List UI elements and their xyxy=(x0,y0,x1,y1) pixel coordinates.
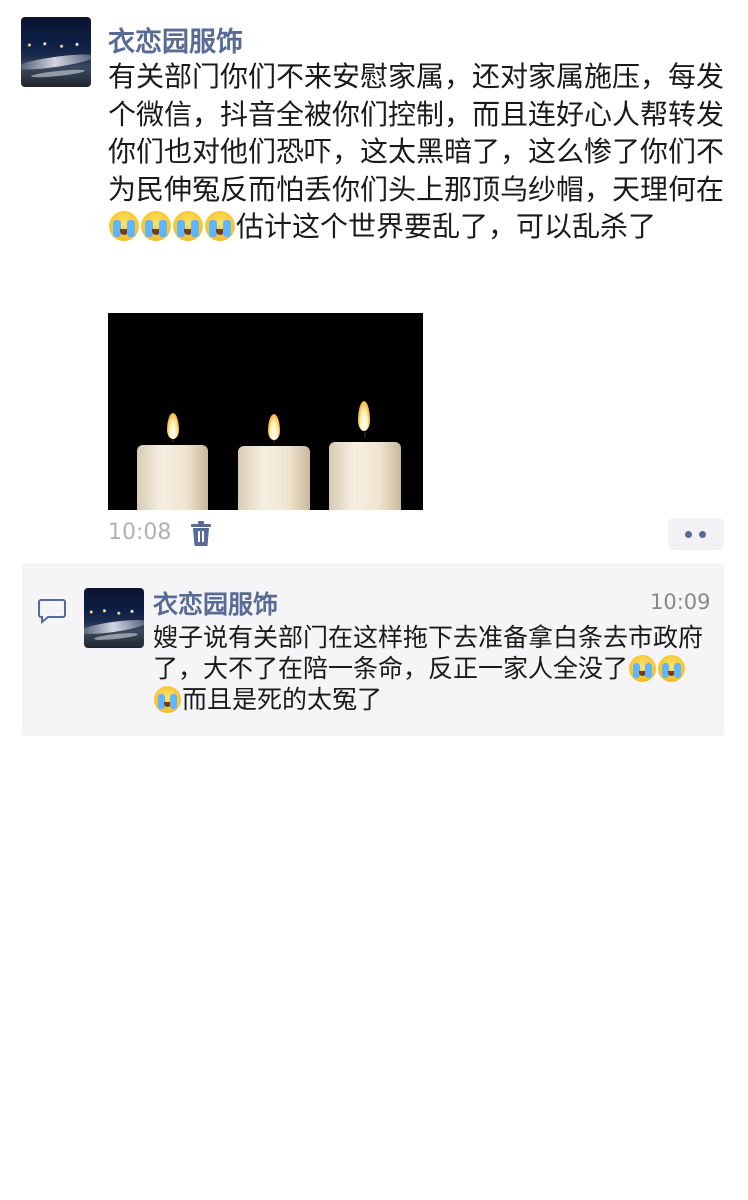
trash-icon[interactable] xyxy=(190,521,212,547)
comment-text: 嫂子说有关部门在这样拖下去准备拿白条去市政府了，大不了在陪一条命，反正一家人全没… xyxy=(153,622,713,715)
crying-face-icon xyxy=(658,655,686,682)
crying-face-icon xyxy=(173,211,203,241)
comment-text-tail: 而且是死的太冤了 xyxy=(182,685,383,714)
candle-image xyxy=(137,445,208,510)
candle-image xyxy=(238,446,310,510)
comment-author-avatar[interactable] xyxy=(84,588,144,648)
crying-face-icon xyxy=(629,655,657,682)
crying-face-icon xyxy=(141,211,171,241)
post-image[interactable] xyxy=(108,313,423,510)
more-dots-icon xyxy=(685,531,692,538)
candle-image xyxy=(329,442,401,510)
comment-time: 10:09 xyxy=(650,590,711,614)
comment-icon xyxy=(38,599,66,624)
moments-page: 衣恋园服饰 有关部门你们不来安慰家属，还对家属施压，每发个微信，抖音全被你们控制… xyxy=(0,0,748,1200)
crying-face-icon xyxy=(109,211,139,241)
post-text-tail: 估计这个世界要乱了，可以乱杀了 xyxy=(236,210,657,243)
crying-face-icon xyxy=(205,211,235,241)
comment-text-main: 嫂子说有关部门在这样拖下去准备拿白条去市政府了，大不了在陪一条命，反正一家人全没… xyxy=(153,623,704,683)
post-text-main: 有关部门你们不来安慰家属，还对家属施压，每发个微信，抖音全被你们控制，而且连好心… xyxy=(108,60,725,206)
crying-face-icon xyxy=(154,686,181,713)
post-text: 有关部门你们不来安慰家属，还对家属施压，每发个微信，抖音全被你们控制，而且连好心… xyxy=(108,58,728,246)
post-author-name[interactable]: 衣恋园服饰 xyxy=(108,20,243,59)
post-author-avatar[interactable] xyxy=(21,17,91,87)
more-actions-button[interactable] xyxy=(668,518,724,550)
post-time: 10:08 xyxy=(108,520,172,545)
comment-author-name[interactable]: 衣恋园服饰 xyxy=(153,585,278,621)
